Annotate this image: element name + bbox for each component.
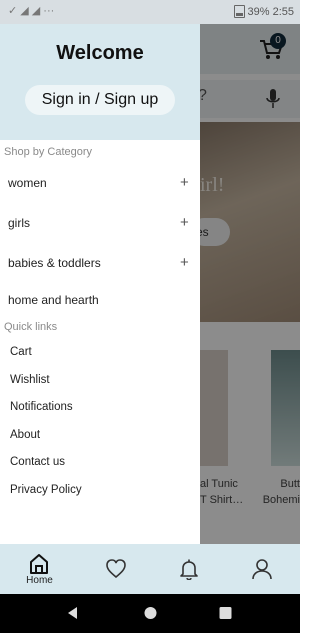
quick-link-privacy-policy[interactable]: Privacy Policy [10,484,82,496]
bell-icon [180,559,198,580]
battery-icon [233,5,245,18]
sign-in-button[interactable]: Sign in / Sign up [25,85,175,115]
category-women[interactable]: women + [0,165,200,201]
navigation-drawer: Welcome Sign in / Sign up Shop by Catego… [0,24,200,544]
expand-plus-icon[interactable]: + [180,175,189,190]
quick-link-cart[interactable]: Cart [10,346,32,358]
category-label: home and hearth [8,293,99,307]
quick-link-wishlist[interactable]: Wishlist [10,374,50,386]
nav-account[interactable] [225,544,300,594]
heart-icon [106,559,126,579]
category-babies-toddlers[interactable]: babies & toddlers + [0,245,200,281]
notification-icons: ✓ ◢ ◢ ··· [8,5,55,17]
category-label: babies & toddlers [8,256,101,270]
drawer-scrim[interactable] [200,24,300,544]
category-label: girls [8,216,31,230]
quick-link-contact-us[interactable]: Contact us [10,456,65,468]
quick-link-about[interactable]: About [10,429,40,441]
drawer-title: Welcome [56,42,144,64]
clock: 2:55 [272,5,294,18]
drawer-header: Welcome Sign in / Sign up [0,24,200,140]
nav-home-label: Home [26,575,53,586]
expand-plus-icon[interactable]: + [180,215,189,230]
user-icon [252,559,272,580]
category-label: women [8,176,47,190]
recents-icon[interactable] [219,606,232,620]
quick-link-notifications[interactable]: Notifications [10,401,73,413]
category-girls[interactable]: girls + [0,205,200,241]
home-icon [30,554,48,574]
bottom-navigation: Home [0,544,300,594]
status-bar: ✓ ◢ ◢ ··· 39% 2:55 [0,0,300,24]
back-icon[interactable] [66,606,78,620]
expand-plus-icon[interactable]: + [180,255,189,270]
battery-percentage: 39% [247,5,270,18]
quick-links-label: Quick links [4,321,58,333]
home-circle-icon[interactable] [144,606,157,620]
nav-wishlist[interactable] [79,544,154,594]
category-home-and-hearth[interactable]: home and hearth [0,282,200,318]
nav-home[interactable]: Home [2,544,77,594]
system-navigation-bar [0,594,300,633]
shop-by-category-label: Shop by Category [4,146,93,158]
nav-notifications[interactable] [152,544,227,594]
